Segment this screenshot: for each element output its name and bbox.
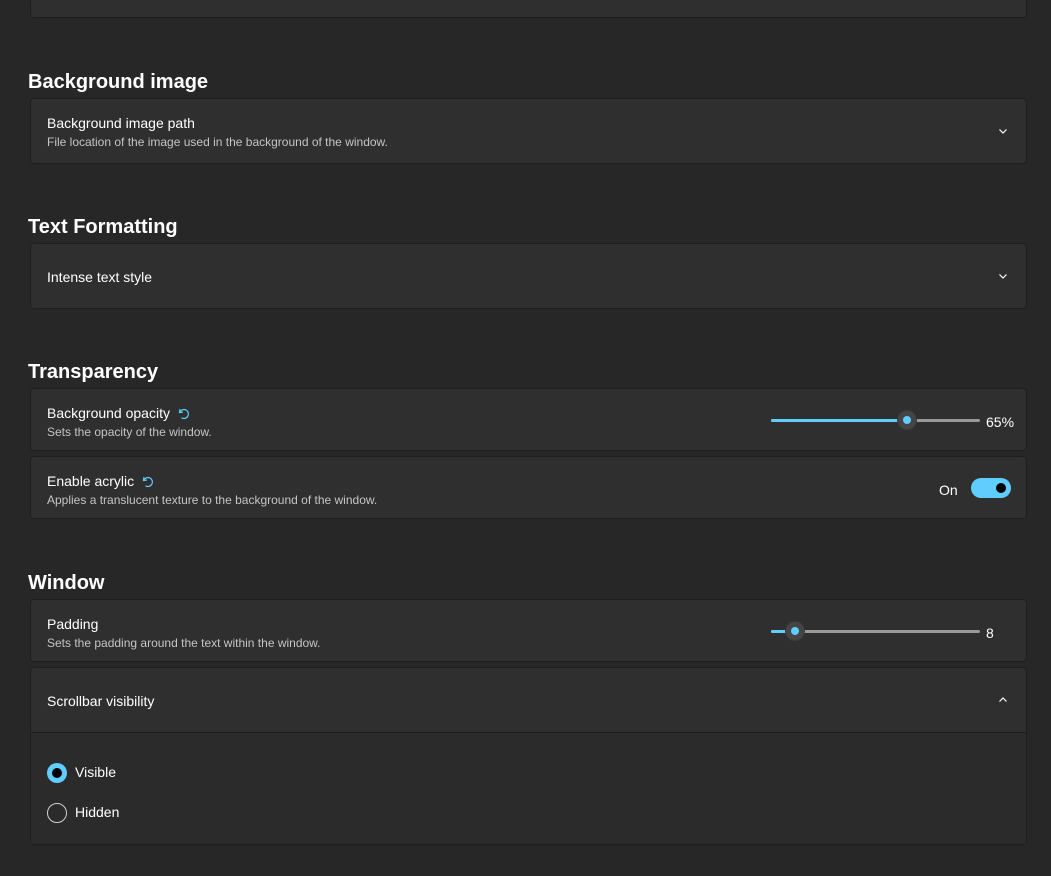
previous-settings-card [30, 0, 1027, 18]
scrollbar-visibility-options: Visible Hidden [31, 733, 1026, 844]
enable-acrylic-label: Enable acrylic [47, 473, 154, 489]
chevron-up-icon[interactable] [996, 693, 1010, 707]
enable-acrylic-description: Applies a translucent texture to the bac… [47, 493, 378, 507]
chevron-down-icon[interactable] [996, 124, 1010, 138]
radio-hidden[interactable] [47, 803, 67, 823]
slider-thumb[interactable] [896, 410, 917, 430]
intense-text-style-row[interactable]: Intense text style [30, 243, 1027, 309]
radio-visible-label: Visible [75, 764, 116, 780]
padding-label: Padding [47, 616, 99, 632]
scrollbar-visibility-expander: Scrollbar visibility Visible Hidden [30, 667, 1027, 845]
background-opacity-row: Background opacity Sets the opacity of t… [30, 388, 1027, 451]
padding-value: 8 [986, 625, 994, 641]
reset-icon[interactable] [176, 406, 190, 420]
background-image-path-description: File location of the image used in the b… [47, 135, 388, 149]
section-title-background-image: Background image [28, 71, 209, 93]
radio-visible[interactable] [47, 763, 67, 783]
intense-text-style-label: Intense text style [47, 269, 153, 285]
opacity-value: 65% [986, 414, 1015, 430]
slider-fill [771, 419, 907, 422]
acrylic-state-text: On [939, 482, 958, 498]
section-title-transparency: Transparency [28, 361, 159, 383]
padding-slider[interactable] [771, 621, 980, 641]
enable-acrylic-label-text: Enable acrylic [47, 473, 135, 489]
scrollbar-visibility-label: Scrollbar visibility [47, 693, 155, 709]
enable-acrylic-row: Enable acrylic Applies a translucent tex… [30, 456, 1027, 519]
background-opacity-label: Background opacity [47, 405, 190, 421]
padding-description: Sets the padding around the text within … [47, 636, 321, 650]
background-opacity-description: Sets the opacity of the window. [47, 425, 212, 439]
section-title-window: Window [28, 572, 105, 594]
chevron-down-icon[interactable] [996, 269, 1010, 283]
slider-thumb[interactable] [784, 621, 805, 641]
padding-row: Padding Sets the padding around the text… [30, 599, 1027, 662]
radio-hidden-label: Hidden [75, 804, 120, 820]
background-image-path-row[interactable]: Background image path File location of t… [30, 98, 1027, 164]
acrylic-toggle[interactable] [971, 478, 1011, 498]
section-title-text-formatting: Text Formatting [28, 216, 178, 238]
scrollbar-visibility-header[interactable]: Scrollbar visibility [31, 668, 1026, 733]
opacity-slider[interactable] [771, 410, 980, 430]
background-opacity-label-text: Background opacity [47, 405, 170, 421]
background-image-path-label: Background image path [47, 115, 195, 131]
reset-icon[interactable] [140, 474, 154, 488]
